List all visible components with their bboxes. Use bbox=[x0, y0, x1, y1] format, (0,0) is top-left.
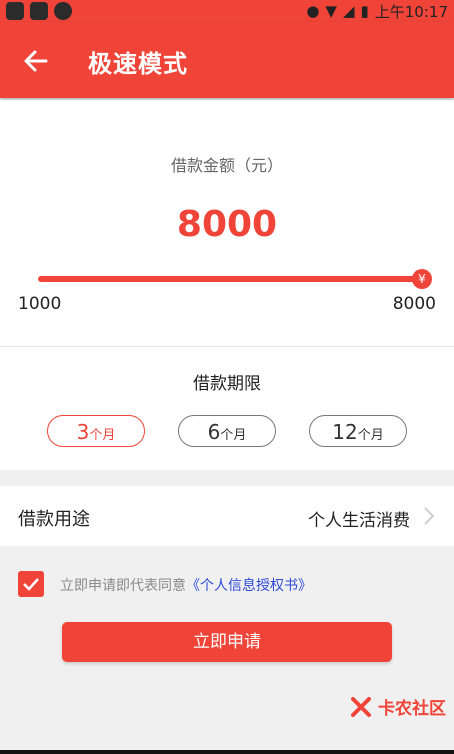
watermark: 卡农社区 bbox=[350, 694, 446, 719]
agreement-checkbox[interactable] bbox=[18, 571, 44, 597]
amount-min-label: 1000 bbox=[18, 294, 62, 314]
loan-term-label: 借款期限 bbox=[193, 374, 261, 394]
loan-amount-label: 借款金额（元） bbox=[170, 156, 283, 175]
term-unit: 个月 bbox=[357, 428, 384, 443]
term-option-3-months[interactable]: 3个月 bbox=[47, 415, 145, 447]
app-bar: 极速模式 bbox=[0, 22, 454, 98]
watermark-text: 卡农社区 bbox=[378, 699, 446, 719]
location-icon: ● bbox=[306, 2, 320, 20]
loan-amount-section: 借款金额（元） 8000 ¥ 1000 8000 bbox=[0, 100, 454, 347]
term-option-12-months[interactable]: 12个月 bbox=[309, 415, 407, 447]
battery-icon: ▮ bbox=[360, 2, 369, 20]
term-unit: 个月 bbox=[89, 428, 116, 443]
term-number: 3 bbox=[76, 420, 90, 444]
apply-button[interactable]: 立即申请 bbox=[62, 622, 392, 662]
agreement-text: 立即申请即代表同意《个人信息授权书》 bbox=[60, 575, 312, 595]
wifi-icon: ▼ bbox=[325, 2, 337, 20]
agreement-prefix: 立即申请即代表同意 bbox=[60, 578, 186, 594]
loan-amount-value: 8000 bbox=[176, 204, 278, 245]
term-number: 12 bbox=[332, 420, 358, 444]
status-right: ● ▼ ◢ ▮ 上午10:17 bbox=[306, 0, 448, 22]
back-arrow-icon[interactable] bbox=[22, 47, 50, 75]
loan-purpose-value: 个人生活消费 bbox=[308, 511, 410, 531]
chevron-right-icon bbox=[424, 507, 435, 525]
status-time: 上午10:17 bbox=[374, 2, 448, 21]
amount-max-label: 8000 bbox=[392, 294, 436, 314]
amount-slider-thumb[interactable]: ¥ bbox=[412, 269, 432, 289]
loan-purpose-label: 借款用途 bbox=[18, 509, 90, 530]
term-option-6-months[interactable]: 6个月 bbox=[178, 415, 276, 447]
checkmark-icon bbox=[23, 578, 39, 591]
loan-purpose-row[interactable]: 借款用途 个人生活消费 bbox=[0, 486, 454, 546]
notification-icon bbox=[30, 2, 48, 20]
signal-icon: ◢ bbox=[342, 2, 355, 20]
authorization-link[interactable]: 《个人信息授权书》 bbox=[186, 578, 312, 594]
loan-term-section: 借款期限 3个月 6个月 12个月 bbox=[0, 347, 454, 470]
notification-icon bbox=[6, 2, 24, 20]
term-number: 6 bbox=[207, 420, 221, 444]
page-title: 极速模式 bbox=[88, 50, 188, 78]
amount-slider-track[interactable] bbox=[38, 276, 422, 282]
watermark-logo-icon bbox=[351, 696, 371, 717]
bottom-edge bbox=[0, 750, 454, 754]
status-bar: ● ▼ ◢ ▮ 上午10:17 bbox=[0, 0, 454, 22]
term-unit: 个月 bbox=[220, 428, 247, 443]
notification-icon bbox=[54, 2, 72, 20]
